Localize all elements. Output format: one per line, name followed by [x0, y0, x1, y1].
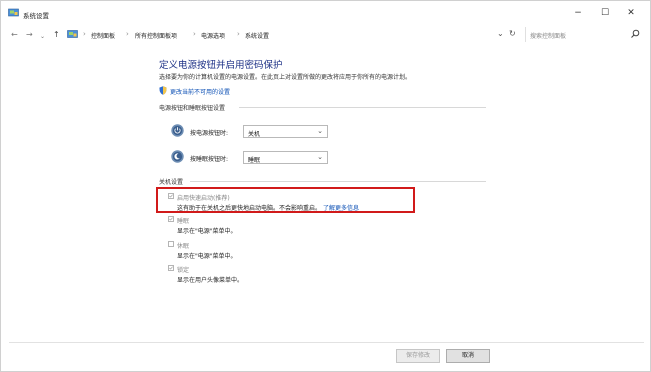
buttons-section-title: 电源按钮和睡眠按钮设置: [159, 105, 226, 112]
sleep-button-icon: [171, 150, 184, 163]
highlight-box: [156, 187, 415, 213]
section-divider: [190, 181, 486, 182]
chevron-right-icon: ›: [193, 30, 196, 38]
cancel-button[interactable]: 取消: [446, 349, 490, 363]
back-button[interactable]: ←: [11, 29, 18, 41]
chevron-right-icon: ›: [126, 30, 129, 38]
lock-checkbox[interactable]: [168, 265, 174, 271]
hibernate-label: 休眠: [177, 243, 190, 250]
sleep-button-label: 按睡眠按钮时:: [190, 156, 229, 163]
section-divider: [239, 107, 486, 108]
address-bar[interactable]: › 控制面板 › 所有控制面板项 › 电源选项 › 系统设置 ⌄ ↻: [67, 27, 518, 42]
control-panel-icon: [8, 8, 19, 17]
hibernate-checkbox[interactable]: [168, 241, 174, 247]
change-unavailable-settings-link[interactable]: 更改当前不可用的设置: [170, 87, 230, 96]
power-button-icon: [171, 124, 184, 137]
checkmark-icon: [169, 266, 173, 270]
save-changes-button[interactable]: 保存修改: [396, 349, 440, 363]
search-icon[interactable]: [630, 29, 640, 39]
up-button[interactable]: ↑: [53, 29, 60, 41]
checkmark-icon: [169, 217, 173, 221]
lock-label: 锁定: [177, 267, 190, 274]
recent-locations-button[interactable]: ⌄: [40, 31, 45, 43]
forward-button[interactable]: →: [26, 29, 33, 41]
breadcrumb-all-items[interactable]: 所有控制面板项: [135, 31, 177, 40]
power-button-label: 按电源按钮时:: [190, 130, 229, 137]
chevron-down-icon: ⌄: [317, 127, 323, 135]
power-button-action-select[interactable]: 关机 ⌄: [243, 125, 328, 138]
close-button[interactable]: ✕: [619, 5, 643, 21]
breadcrumb-control-panel[interactable]: 控制面板: [91, 31, 115, 40]
lock-description: 显示在用户头像菜单中。: [177, 277, 244, 284]
hibernate-description: 显示在"电源"菜单中。: [177, 253, 237, 260]
breadcrumb-system-settings[interactable]: 系统设置: [245, 31, 269, 40]
minimize-button[interactable]: −: [566, 5, 590, 21]
sleep-button-action-select[interactable]: 睡眠 ⌄: [243, 151, 328, 164]
system-settings-window: 系统设置 − ☐ ✕ ← → ⌄ ↑ › 控制面板 › 所有控制面板项 › 电源…: [0, 0, 651, 372]
sleep-label: 睡眠: [177, 218, 190, 225]
maximize-button[interactable]: ☐: [593, 5, 617, 21]
shutdown-section-title: 关机设置: [159, 179, 184, 186]
sleep-button-action-value: 睡眠: [248, 157, 261, 164]
search-box[interactable]: 搜索控制面板: [525, 27, 643, 42]
chevron-right-icon: ›: [237, 30, 240, 38]
control-panel-icon: [67, 30, 78, 38]
sleep-checkbox[interactable]: [168, 216, 174, 222]
chevron-down-icon: ⌄: [317, 153, 323, 161]
page-description: 选择要为你的计算机设置的电源设置。在此页上对设置所做的更改将应用于你所有的电源计…: [159, 74, 412, 81]
shield-icon: [159, 86, 167, 95]
power-button-action-value: 关机: [248, 131, 261, 138]
search-input[interactable]: 搜索控制面板: [530, 31, 566, 40]
address-dropdown-button[interactable]: ⌄: [497, 29, 504, 38]
title-bar: 系统设置 − ☐ ✕: [1, 1, 650, 23]
refresh-button[interactable]: ↻: [509, 29, 516, 38]
chevron-right-icon: ›: [83, 30, 86, 38]
page-title: 定义电源按钮并启用密码保护: [159, 60, 283, 71]
breadcrumb-power-options[interactable]: 电源选项: [201, 31, 225, 40]
footer-divider: [9, 342, 644, 343]
window-title: 系统设置: [23, 12, 49, 20]
sleep-description: 显示在"电源"菜单中。: [177, 228, 237, 235]
